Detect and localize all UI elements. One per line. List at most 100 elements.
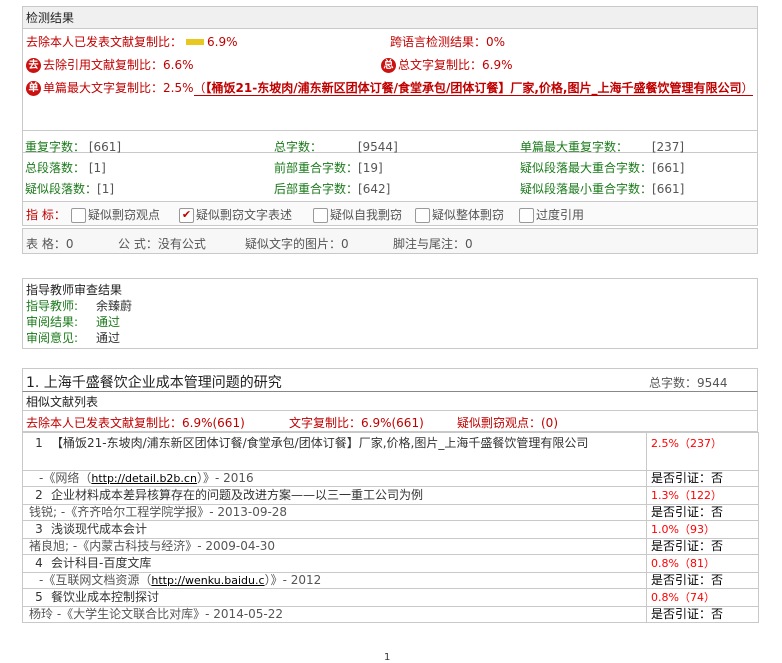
- checkbox-checked-icon[interactable]: ✔: [179, 208, 194, 223]
- excl-ref-ratio: 去去除引用文献复制比：6.6%: [26, 56, 194, 73]
- list-excl-ratio: 去除本人已发表文献复制比：6.9%(661): [26, 416, 245, 430]
- summary-block: 去除本人已发表文献复制比： 6.9% 跨语言检测结果：0% 去去除引用文献复制比：…: [22, 29, 758, 153]
- table-row[interactable]: 3 浅谈现代成本会计 1.0%（93）: [22, 520, 759, 539]
- excl-ref-icon: 去: [26, 58, 41, 73]
- table-row: 钱锐; -《齐齐哈尔工程学院学报》- 2013-09-28 是否引证：否: [22, 504, 759, 521]
- table-row[interactable]: 1 【桶饭21-东坡肉/浦东新区团体订餐/食堂承包/团体订餐】厂家,价格,图片_上…: [22, 432, 759, 471]
- list-summary-row: 去除本人已发表文献复制比：6.9%(661) 文字复制比：6.9%(661) 疑…: [22, 411, 758, 432]
- lit-cite-cell: 是否引证：否: [646, 572, 759, 589]
- review-teacher: 指导教师: 余臻蔚: [26, 299, 133, 313]
- stat-para-max-overlap: 疑似段落最大重合字数：[661]: [520, 161, 685, 175]
- stat-total-chars: 总字数： [9544]: [274, 140, 398, 154]
- lit-source-cell: 钱锐; -《齐齐哈尔工程学院学报》- 2013-09-28: [22, 504, 647, 521]
- stat-front-overlap: 前部重合字数：[19]: [274, 161, 383, 175]
- list-plag-ideas: 疑似剽窃观点：(0): [457, 416, 558, 430]
- review-title: 指导教师审查结果: [26, 283, 123, 297]
- lit-number: 2: [35, 488, 43, 502]
- checkbox-icon[interactable]: [313, 208, 328, 223]
- count-images: 疑似文字的图片：0: [245, 237, 349, 251]
- stat-para-min-overlap: 疑似段落最小重合字数：[661]: [520, 182, 685, 196]
- stat-rear-overlap: 后部重合字数：[642]: [274, 182, 391, 196]
- indicator-whole-plag[interactable]: 疑似整体剽窃: [415, 206, 504, 223]
- list-title: 相似文献列表: [26, 395, 99, 409]
- table-row[interactable]: 5 餐饮业成本控制探讨 0.8%（74）: [22, 588, 759, 607]
- indicator-over-cite[interactable]: 过度引用: [519, 206, 584, 223]
- lit-pct: 0.8%（74）: [651, 591, 715, 604]
- lit-title-cell: 1 【桶饭21-东坡肉/浦东新区团体订餐/食堂承包/团体订餐】厂家,价格,图片_上…: [22, 432, 647, 471]
- lit-cite-cell: 是否引证：否: [646, 470, 759, 487]
- excl-self-ratio: 去除本人已发表文献复制比： 6.9%: [26, 35, 238, 49]
- indicator-row: 指 标： 疑似剽窃观点 ✔ 疑似剽窃文字表述 疑似自我剽窃 疑似整体剽窃 过度引用: [22, 201, 758, 226]
- lit-source-cell: 褚良旭; -《内蒙古科技与经济》- 2009-04-30: [22, 538, 647, 555]
- table-row: 杨玲 -《大学生论文联合比对库》- 2014-05-22 是否引证：否: [22, 606, 759, 623]
- indicator-plag-wording[interactable]: ✔ 疑似剽窃文字表述: [179, 206, 292, 223]
- lit-title-link[interactable]: 餐饮业成本控制探讨: [51, 590, 159, 604]
- section-total: 总字数：9544: [649, 376, 728, 390]
- table-row[interactable]: 4 会计科目-百度文库 0.8%（81）: [22, 554, 759, 573]
- lit-cite-cell: 是否引证：否: [646, 606, 759, 623]
- section-title-row: 1. 上海千盛餐饮企业成本管理问题的研究 总字数：9544: [22, 368, 758, 392]
- single-max-ratio: 单单篇最大文字复制比：2.5%（【桶饭21-东坡肉/浦东新区团体订餐/食堂承包/…: [26, 80, 756, 97]
- checkbox-icon[interactable]: [519, 208, 534, 223]
- result-title: 检测结果: [26, 11, 75, 25]
- indicator-self-plag[interactable]: 疑似自我剽窃: [313, 206, 402, 223]
- literature-table: 1 【桶饭21-东坡肉/浦东新区团体订餐/食堂承包/团体订餐】厂家,价格,图片_上…: [22, 432, 759, 623]
- stat-repeat-chars: 重复字数： [661]: [25, 140, 122, 154]
- review-opinion: 审阅意见: 通过: [26, 331, 121, 345]
- lit-title-link[interactable]: 会计科目-百度文库: [51, 556, 151, 570]
- summary-divider: [23, 130, 757, 131]
- lit-pct-cell: 2.5%（237）: [646, 432, 759, 471]
- result-header: 检测结果: [22, 6, 758, 29]
- lit-source-cell: -《互联网文档资源（http://wenku.baidu.c）》- 2012: [22, 572, 647, 589]
- lit-cite-cell: 是否引证：否: [646, 504, 759, 521]
- lit-pct-cell: 1.0%（93）: [646, 520, 759, 539]
- lit-source-cell: -《网络（http://detail.b2b.cn）》- 2016: [22, 470, 647, 487]
- total-copy-ratio: 总总文字复制比：6.9%: [381, 56, 513, 73]
- table-row: -《网络（http://detail.b2b.cn）》- 2016 是否引证：否: [22, 470, 759, 487]
- lit-pct-cell: 1.3%（122）: [646, 486, 759, 505]
- lit-pct: 0.8%（81）: [651, 557, 715, 570]
- stat-total-paragraphs: 总段落数： [1]: [25, 161, 106, 175]
- checkbox-icon[interactable]: [71, 208, 86, 223]
- lit-title-cell: 3 浅谈现代成本会计: [22, 520, 647, 539]
- page-number: 1: [384, 652, 391, 663]
- review-result: 审阅结果: 通过: [26, 315, 121, 329]
- table-row[interactable]: 2 企业材料成本差异核算存在的问题及改进方案——以三一重工公司为例 1.3%（12…: [22, 486, 759, 505]
- table-row: -《互联网文档资源（http://wenku.baidu.c）》- 2012 是…: [22, 572, 759, 589]
- lit-number: 4: [35, 556, 43, 570]
- count-tables: 表 格：0: [26, 237, 74, 251]
- lit-pct-cell: 0.8%（81）: [646, 554, 759, 573]
- lit-number: 3: [35, 522, 43, 536]
- lit-pct-cell: 0.8%（74）: [646, 588, 759, 607]
- list-copy-ratio: 文字复制比：6.9%(661): [289, 416, 424, 430]
- lit-title-cell: 4 会计科目-百度文库: [22, 554, 647, 573]
- table-row: 褚良旭; -《内蒙古科技与经济》- 2009-04-30 是否引证：否: [22, 538, 759, 555]
- single-source-link[interactable]: （【桶饭21-东坡肉/浦东新区团体订餐/食堂承包/团体订餐】厂家,价格,图片_上…: [193, 81, 754, 96]
- counts-row: 表 格：0 公 式：没有公式 疑似文字的图片：0 脚注与尾注：0: [22, 228, 758, 254]
- lit-title-link[interactable]: 浅谈现代成本会计: [51, 522, 147, 536]
- lit-title-link[interactable]: 企业材料成本差异核算存在的问题及改进方案——以三一重工公司为例: [51, 488, 423, 502]
- cross-language-result: 跨语言检测结果：0%: [390, 35, 506, 49]
- ratio-bar: [186, 38, 205, 45]
- lit-number: 1: [35, 436, 43, 450]
- single-icon: 单: [26, 81, 41, 96]
- review-block: 指导教师审查结果 指导教师: 余臻蔚 审阅结果: 通过 审阅意见: 通过: [22, 278, 758, 349]
- lit-pct: 1.0%（93）: [651, 523, 715, 536]
- indicator-plag-idea[interactable]: 疑似剽窃观点: [71, 206, 160, 223]
- lit-pct: 2.5%（237）: [651, 437, 722, 450]
- stat-single-max-repeat: 单篇最大重复字数： [237]: [520, 140, 685, 154]
- lit-title-link[interactable]: 【桶饭21-东坡肉/浦东新区团体订餐/食堂承包/团体订餐】厂家,价格,图片_上海…: [51, 436, 588, 450]
- source-link[interactable]: http://detail.b2b.cn: [91, 472, 197, 485]
- count-footnotes: 脚注与尾注：0: [393, 237, 473, 251]
- lit-title-cell: 2 企业材料成本差异核算存在的问题及改进方案——以三一重工公司为例: [22, 486, 647, 505]
- lit-pct: 1.3%（122）: [651, 489, 722, 502]
- source-link[interactable]: http://wenku.baidu.c: [151, 574, 264, 587]
- stat-suspect-paragraphs: 疑似段落数：[1]: [25, 182, 115, 196]
- total-icon: 总: [381, 58, 396, 73]
- checkbox-icon[interactable]: [415, 208, 430, 223]
- section-title: 1. 上海千盛餐饮企业成本管理问题的研究: [26, 375, 282, 391]
- lit-number: 5: [35, 590, 43, 604]
- indicator-label: 指 标：: [26, 208, 66, 222]
- lit-source-cell: 杨玲 -《大学生论文联合比对库》- 2014-05-22: [22, 606, 647, 623]
- lit-cite-cell: 是否引证：否: [646, 538, 759, 555]
